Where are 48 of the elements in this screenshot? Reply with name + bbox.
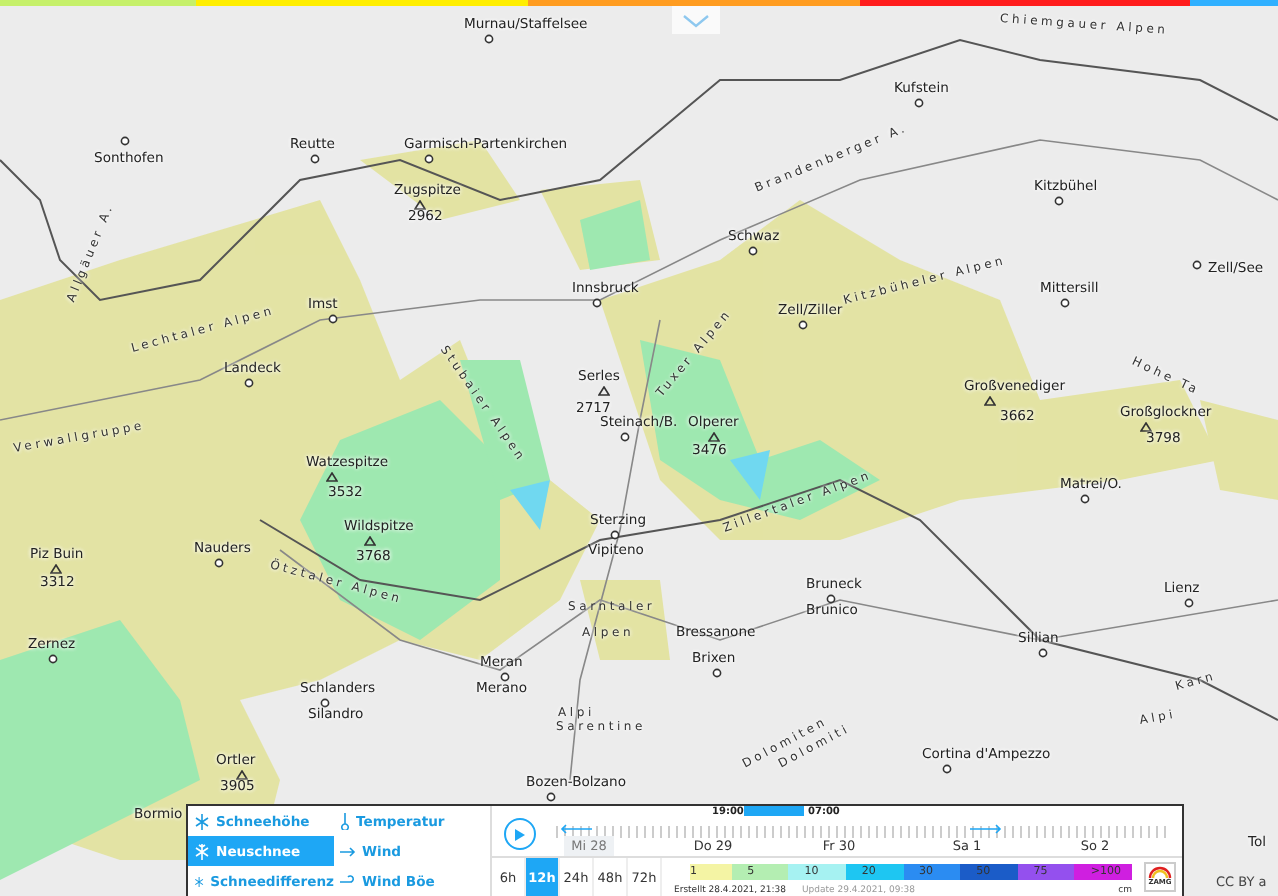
town-marker-icon — [120, 136, 130, 146]
town-marker-icon — [484, 34, 494, 44]
town-marker-icon — [610, 530, 620, 540]
snowflake-icon — [194, 843, 210, 859]
peak-marker-icon — [598, 386, 610, 396]
time-range-highlight — [744, 806, 804, 816]
town-marker-icon — [214, 558, 224, 568]
rainbow-icon — [1148, 864, 1172, 878]
town-marker-icon — [424, 154, 434, 164]
town-marker-icon — [1060, 298, 1070, 308]
town-marker-icon — [500, 672, 510, 682]
town-marker-icon — [328, 314, 338, 324]
play-icon — [514, 827, 526, 841]
town-marker-icon — [244, 378, 254, 388]
town-marker-icon — [914, 98, 924, 108]
play-button[interactable] — [504, 818, 536, 850]
thermometer-icon — [340, 812, 350, 830]
wind-icon — [340, 874, 356, 888]
chevron-down-icon — [682, 13, 710, 27]
town-marker-icon — [1192, 260, 1202, 270]
town-marker-icon — [942, 764, 952, 774]
peak-marker-icon — [236, 770, 248, 780]
town-marker-icon — [712, 668, 722, 678]
peak-marker-icon — [1140, 422, 1152, 432]
town-marker-icon — [592, 298, 602, 308]
town-marker-icon — [1184, 598, 1194, 608]
snowflake-icon — [194, 813, 210, 829]
town-marker-icon — [1054, 196, 1064, 206]
peak-marker-icon — [326, 472, 338, 482]
town-marker-icon — [310, 154, 320, 164]
peak-marker-icon — [364, 536, 376, 546]
expand-button[interactable] — [672, 6, 720, 34]
town-marker-icon — [48, 654, 58, 664]
town-marker-icon — [320, 698, 330, 708]
town-marker-icon — [620, 432, 630, 442]
wind-icon — [340, 844, 356, 858]
town-marker-icon — [1080, 494, 1090, 504]
town-marker-icon — [826, 594, 836, 604]
peak-marker-icon — [50, 564, 62, 574]
town-marker-icon — [748, 246, 758, 256]
snowflake-icon — [194, 873, 205, 889]
peak-marker-icon — [984, 396, 996, 406]
town-marker-icon — [798, 320, 808, 330]
arrow-left-icon — [560, 824, 592, 834]
arrow-right-icon — [970, 824, 1002, 834]
peak-marker-icon — [708, 432, 720, 442]
peak-marker-icon — [414, 200, 426, 210]
town-marker-icon — [1038, 648, 1048, 658]
